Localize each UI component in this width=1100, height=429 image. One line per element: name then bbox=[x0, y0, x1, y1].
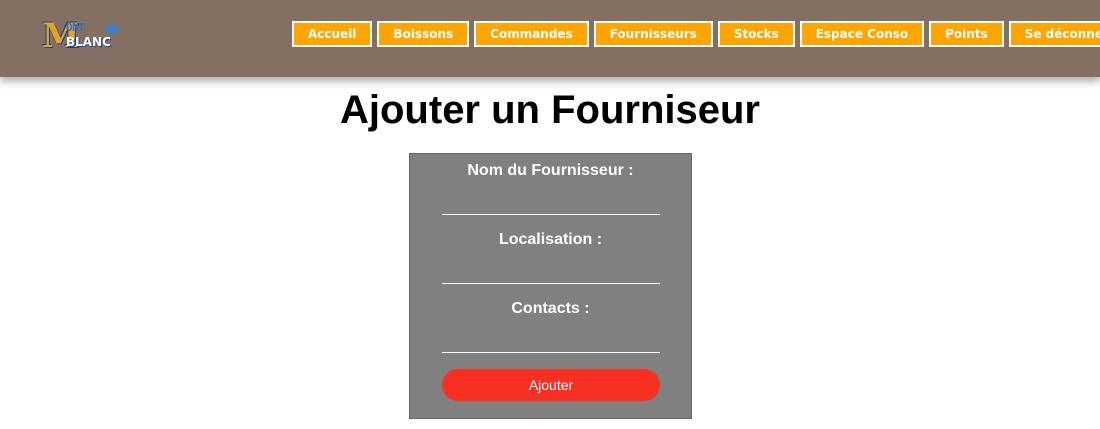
contacts-label: Contacts : bbox=[511, 300, 590, 317]
add-supplier-form: Nom du Fournisseur : Localisation : Cont… bbox=[409, 153, 692, 419]
nav-logout[interactable]: Se déconnecter bbox=[1008, 21, 1100, 47]
main-nav: Accueil Boissons Commandes Fournisseurs … bbox=[292, 21, 1100, 47]
nav-fournisseurs[interactable]: Fournisseurs bbox=[593, 21, 713, 47]
logo-splash-icon bbox=[105, 24, 119, 34]
nav-points[interactable]: Points bbox=[929, 21, 1004, 47]
site-logo[interactable]: M ONT BLANC bbox=[42, 19, 120, 55]
site-header: M ONT BLANC Accueil Boissons Commandes F… bbox=[0, 0, 1100, 77]
page-title: Ajouter un Fourniseur bbox=[340, 88, 760, 132]
nav-accueil[interactable]: Accueil bbox=[292, 21, 373, 47]
location-input[interactable] bbox=[442, 260, 660, 284]
supplier-name-label: Nom du Fournisseur : bbox=[467, 162, 634, 179]
add-button[interactable]: Ajouter bbox=[442, 369, 660, 401]
logo-bottom-word: BLANC bbox=[66, 35, 111, 49]
location-label: Localisation : bbox=[498, 231, 603, 248]
nav-stocks[interactable]: Stocks bbox=[717, 21, 795, 47]
supplier-name-input[interactable] bbox=[442, 191, 660, 215]
nav-commandes[interactable]: Commandes bbox=[474, 21, 589, 47]
nav-boissons[interactable]: Boissons bbox=[377, 21, 470, 47]
logo-top-word: ONT bbox=[66, 21, 85, 34]
contacts-input[interactable] bbox=[442, 329, 660, 353]
nav-espace-conso[interactable]: Espace Conso bbox=[799, 21, 925, 47]
